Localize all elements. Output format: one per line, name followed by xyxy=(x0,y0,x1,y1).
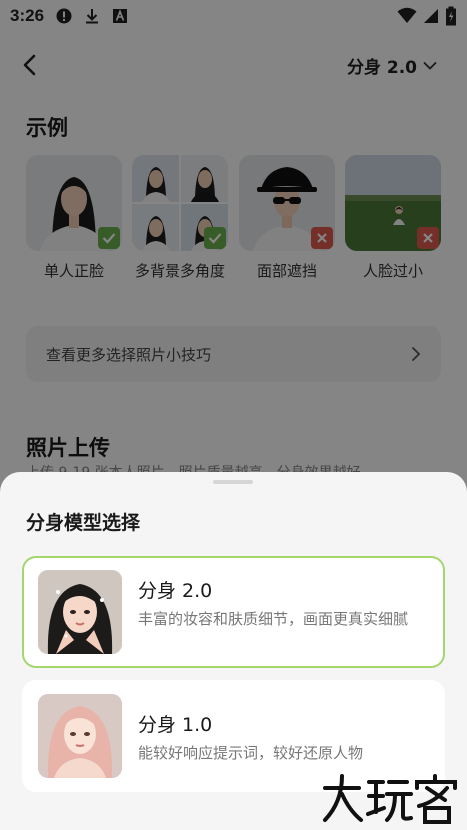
model-option-name: 分身 2.0 xyxy=(138,580,213,602)
model-1-0-photo xyxy=(38,694,122,778)
model-2-0-photo xyxy=(38,570,122,654)
sheet-drag-handle[interactable] xyxy=(213,480,253,484)
model-option-description: 能较好响应提示词，较好还原人物 xyxy=(138,744,364,762)
model-option-description: 丰富的妆容和肤质细节，画面更真实细腻 xyxy=(138,610,409,628)
model-option-2-0[interactable]: 分身 2.0 丰富的妆容和肤质细节，画面更真实细腻 xyxy=(22,556,445,668)
sheet-title: 分身模型选择 xyxy=(26,512,141,534)
watermark-logo xyxy=(321,772,459,824)
model-option-name: 分身 1.0 xyxy=(138,714,213,736)
